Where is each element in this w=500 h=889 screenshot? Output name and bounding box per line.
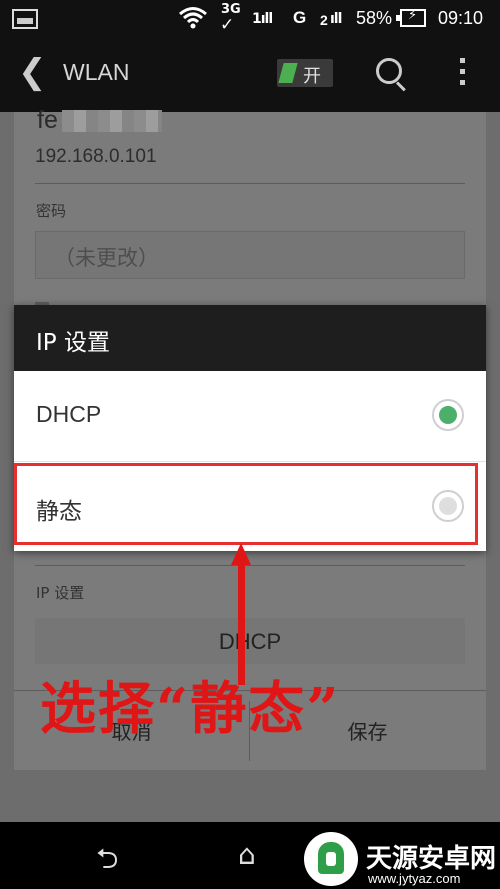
password-label: 密码 <box>36 202 67 220</box>
watermark: 天源安卓网 www.jytyaz.com <box>302 832 500 889</box>
privacy-mosaic <box>62 110 162 132</box>
network-g-label: G <box>293 8 307 27</box>
divider <box>35 183 465 184</box>
clock: 09:10 <box>438 8 484 28</box>
home-nav-icon[interactable]: ⌂ <box>238 838 256 871</box>
wifi-icon <box>178 5 208 36</box>
back-nav-icon[interactable]: ⮌ <box>96 838 118 886</box>
watermark-logo-icon <box>304 832 358 886</box>
dialog-title: IP 设置 <box>36 330 110 356</box>
search-icon[interactable] <box>376 58 402 84</box>
watermark-url: www.jytyaz.com <box>368 871 461 886</box>
annotation-text: 选择“静态” <box>40 676 341 742</box>
option-dhcp[interactable]: DHCP <box>14 371 486 460</box>
signal-bars-icon: 1ıll <box>252 11 273 27</box>
page-title: WLAN <box>63 59 130 85</box>
toggle-indicator <box>278 63 298 83</box>
divider <box>35 565 465 566</box>
password-placeholder: （未更改） <box>54 246 159 270</box>
password-input[interactable]: （未更改） <box>35 231 465 279</box>
status-bar: 3G ✓ 1ıll G 2 ıll 58% ⚡ 09:10 <box>0 0 500 38</box>
ip-address: 192.168.0.101 <box>35 146 157 167</box>
radio-selected-icon[interactable] <box>432 399 464 431</box>
signal-bars-2-icon: ıll <box>330 11 342 27</box>
option-dhcp-label: DHCP <box>36 401 102 427</box>
network-name: fe <box>37 106 58 134</box>
signal-2-label: 2 <box>320 12 328 28</box>
highlight-box <box>14 463 478 545</box>
more-vert-icon[interactable] <box>460 58 466 91</box>
wlan-toggle[interactable]: 开 <box>277 59 333 87</box>
ip-settings-value: DHCP <box>218 629 282 654</box>
top-app-bar: ❮ WLAN 开 <box>0 38 500 112</box>
gallery-notification-icon <box>12 9 38 29</box>
battery-percent: 58% <box>356 8 393 28</box>
toggle-label: 开 <box>303 66 321 87</box>
dialog-header: IP 设置 <box>14 305 486 371</box>
watermark-title: 天源安卓网 <box>366 844 497 874</box>
back-icon[interactable]: ❮ <box>18 52 47 92</box>
ip-settings-dropdown[interactable]: DHCP <box>35 618 465 664</box>
check-icon: ✓ <box>220 15 235 35</box>
ip-settings-label: IP 设置 <box>36 584 85 602</box>
battery-charging-icon: ⚡ <box>396 8 426 27</box>
